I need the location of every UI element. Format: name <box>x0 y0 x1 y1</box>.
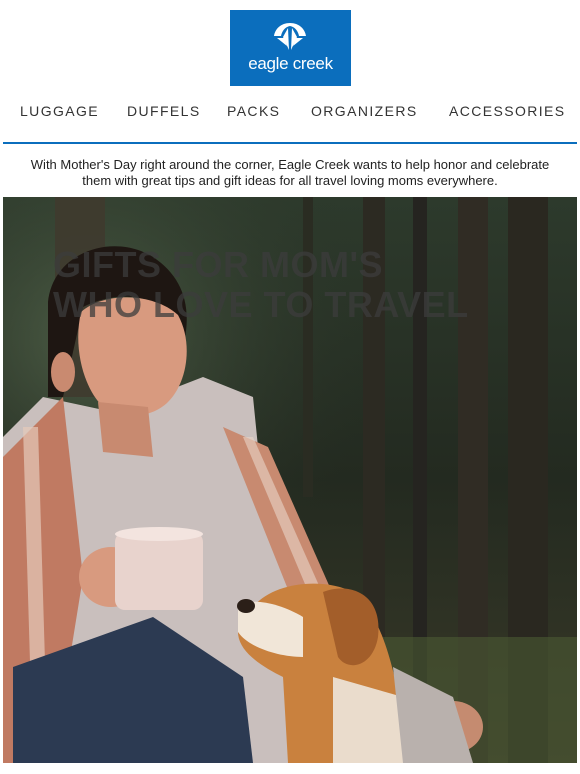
eagle-creek-logo[interactable]: eagle creek <box>230 10 351 86</box>
nav-duffels[interactable]: DUFFELS <box>127 103 201 119</box>
nav-divider <box>3 142 577 144</box>
nav-luggage[interactable]: LUGGAGE <box>20 103 99 119</box>
hero-title-line2: WHO LOVE TO TRAVEL <box>53 284 469 325</box>
hero-banner[interactable]: GIFTS FOR MOM'S WHO LOVE TO TRAVEL <box>3 197 577 763</box>
eagle-mark-icon <box>274 23 306 50</box>
nav-packs[interactable]: PACKS <box>227 103 280 119</box>
email-frame: eagle creek LUGGAGE DUFFELS PACKS ORGANI… <box>3 0 577 774</box>
hero-title: GIFTS FOR MOM'S WHO LOVE TO TRAVEL <box>53 245 533 325</box>
nav-organizers[interactable]: ORGANIZERS <box>311 103 418 119</box>
bottom-spacer <box>3 763 577 774</box>
logo-wordmark: eagle creek <box>248 54 333 73</box>
hero-title-line1: GIFTS FOR MOM'S <box>53 244 384 285</box>
top-nav: LUGGAGE DUFFELS PACKS ORGANIZERS ACCESSO… <box>3 103 577 125</box>
nav-accessories[interactable]: ACCESSORIES <box>449 103 566 119</box>
intro-text: With Mother's Day right around the corne… <box>30 157 550 188</box>
